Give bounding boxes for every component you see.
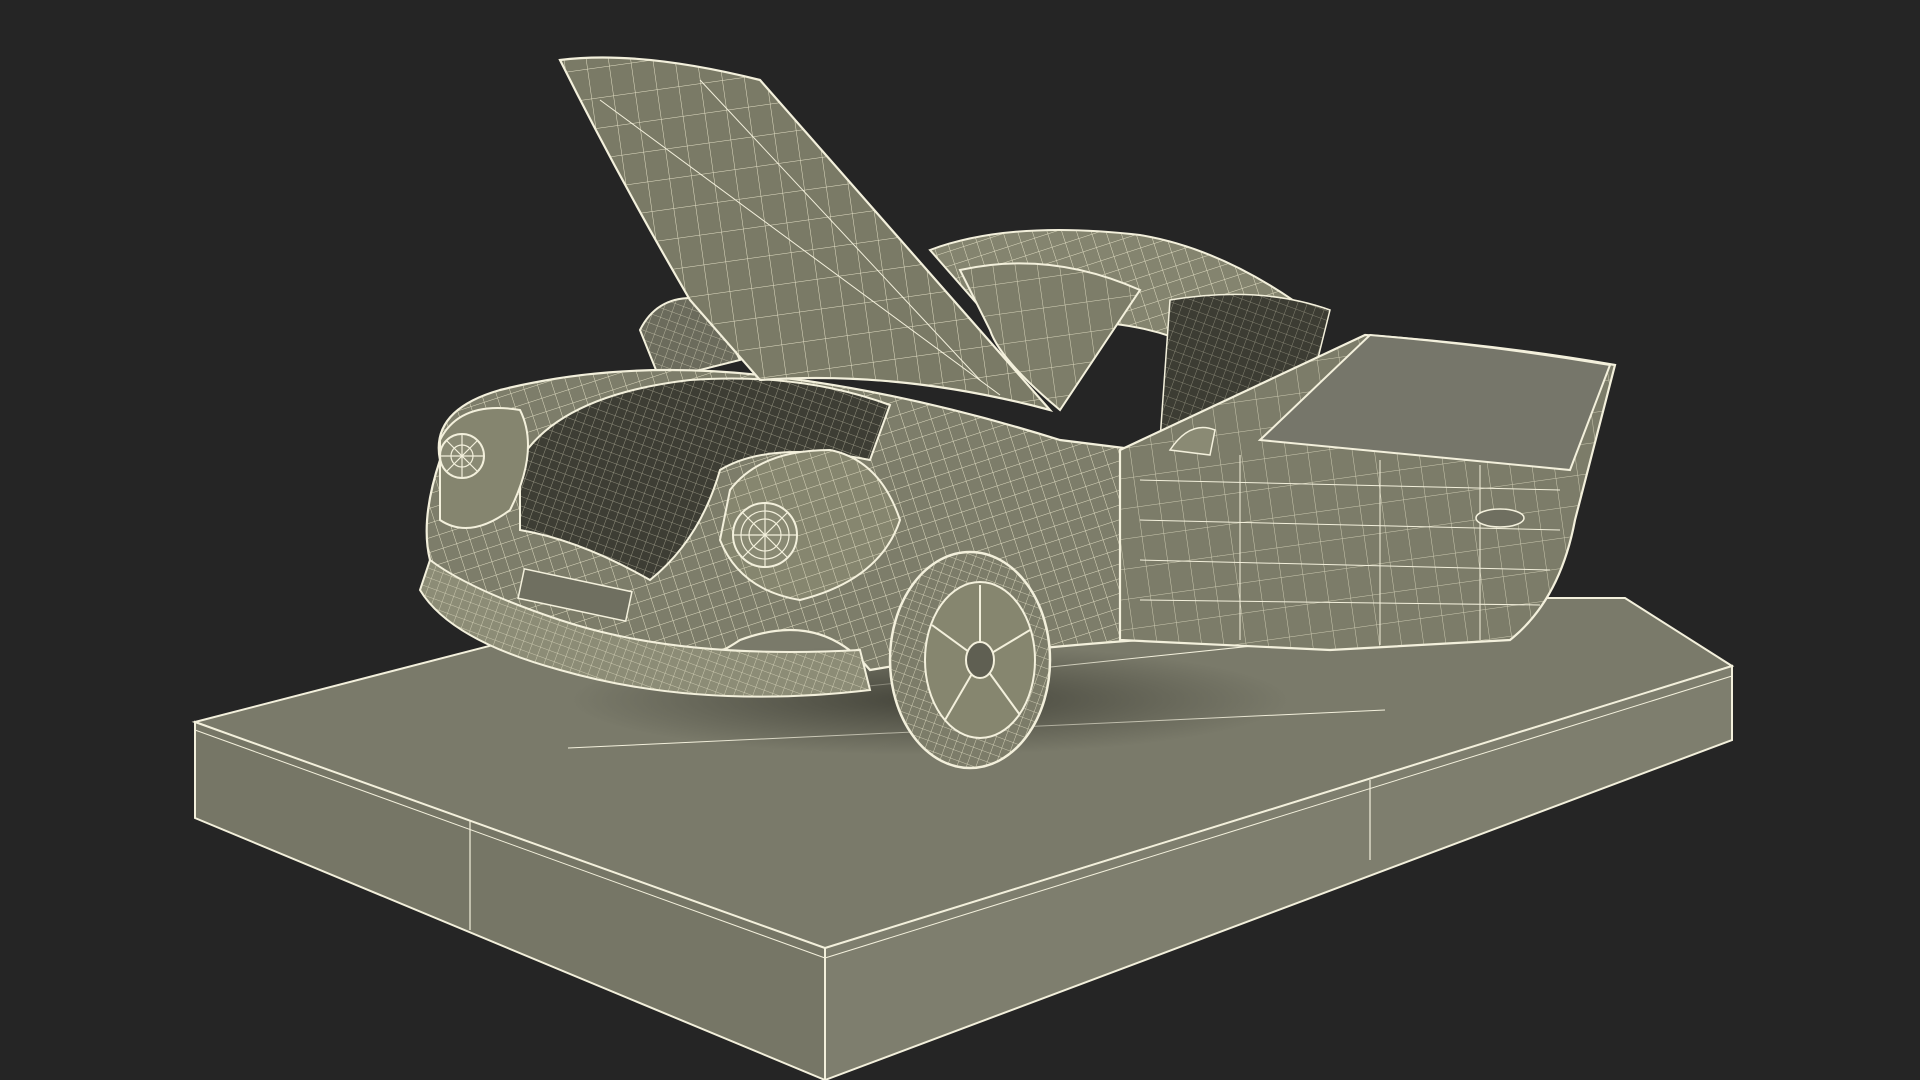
door-handle [1475, 508, 1525, 528]
viewport [0, 0, 1920, 1080]
wireframe-scene [191, 56, 1735, 1080]
front-wheel [888, 550, 1052, 770]
